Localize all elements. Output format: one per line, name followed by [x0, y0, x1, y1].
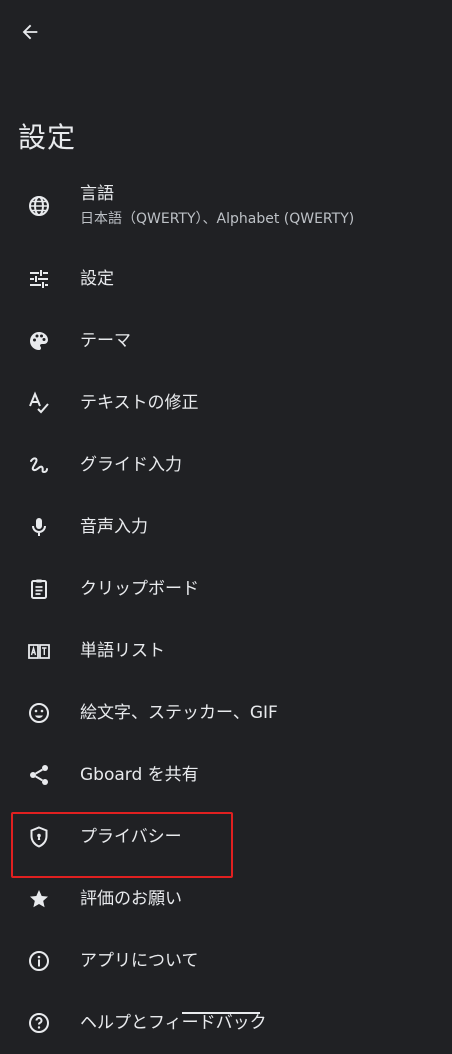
settings-item-dictionary[interactable]: 単語リスト: [0, 620, 452, 682]
back-arrow-icon[interactable]: [14, 16, 46, 48]
settings-item-share[interactable]: Gboard を共有: [0, 744, 452, 806]
settings-item-theme[interactable]: テーマ: [0, 310, 452, 372]
settings-item-help-feedback[interactable]: ヘルプとフィードバック: [0, 992, 452, 1054]
settings-item-languages[interactable]: 言語 日本語（QWERTY）、Alphabet (QWERTY): [0, 164, 452, 248]
palette-icon: [26, 328, 52, 354]
shield-icon: [26, 824, 52, 850]
settings-item-label: クリップボード: [80, 579, 199, 599]
settings-item-label: グライド入力: [80, 455, 182, 475]
settings-item-label: テーマ: [80, 331, 131, 351]
settings-list: 言語 日本語（QWERTY）、Alphabet (QWERTY) 設定 テーマ …: [0, 164, 452, 1054]
settings-item-label: 単語リスト: [80, 641, 165, 661]
settings-item-glide-typing[interactable]: グライド入力: [0, 434, 452, 496]
info-icon: [26, 948, 52, 974]
settings-item-label: ヘルプとフィードバック: [80, 1013, 267, 1033]
overlay-bar: [182, 1012, 260, 1014]
emoji-icon: [26, 700, 52, 726]
clipboard-icon: [26, 576, 52, 602]
share-icon: [26, 762, 52, 788]
settings-item-label: 設定: [80, 269, 114, 289]
settings-item-clipboard[interactable]: クリップボード: [0, 558, 452, 620]
page-title: 設定: [18, 121, 77, 154]
settings-item-preferences[interactable]: 設定: [0, 248, 452, 310]
gesture-icon: [26, 452, 52, 478]
settings-item-label: テキストの修正: [80, 393, 199, 413]
settings-item-label: アプリについて: [80, 951, 199, 971]
settings-item-label: 言語: [80, 184, 114, 204]
dictionary-icon: [26, 638, 52, 664]
settings-item-rate-us[interactable]: 評価のお願い: [0, 868, 452, 930]
spellcheck-icon: [26, 390, 52, 416]
settings-item-label: 音声入力: [80, 517, 148, 537]
mic-icon: [26, 514, 52, 540]
globe-icon: [26, 193, 52, 219]
settings-item-label: 評価のお願い: [80, 889, 182, 909]
settings-item-emoji[interactable]: 絵文字、ステッカー、GIF: [0, 682, 452, 744]
settings-item-label: 絵文字、ステッカー、GIF: [80, 703, 278, 723]
settings-item-privacy[interactable]: プライバシー: [0, 806, 452, 868]
help-icon: [26, 1010, 52, 1036]
settings-item-voice-typing[interactable]: 音声入力: [0, 496, 452, 558]
star-icon: [26, 886, 52, 912]
tune-icon: [26, 266, 52, 292]
settings-item-text-correction[interactable]: テキストの修正: [0, 372, 452, 434]
settings-item-label: Gboard を共有: [80, 765, 199, 785]
settings-item-about[interactable]: アプリについて: [0, 930, 452, 992]
arrow-left-icon: [22, 24, 38, 40]
settings-item-label: プライバシー: [80, 827, 182, 847]
settings-item-sublabel: 日本語（QWERTY）、Alphabet (QWERTY): [80, 211, 355, 227]
